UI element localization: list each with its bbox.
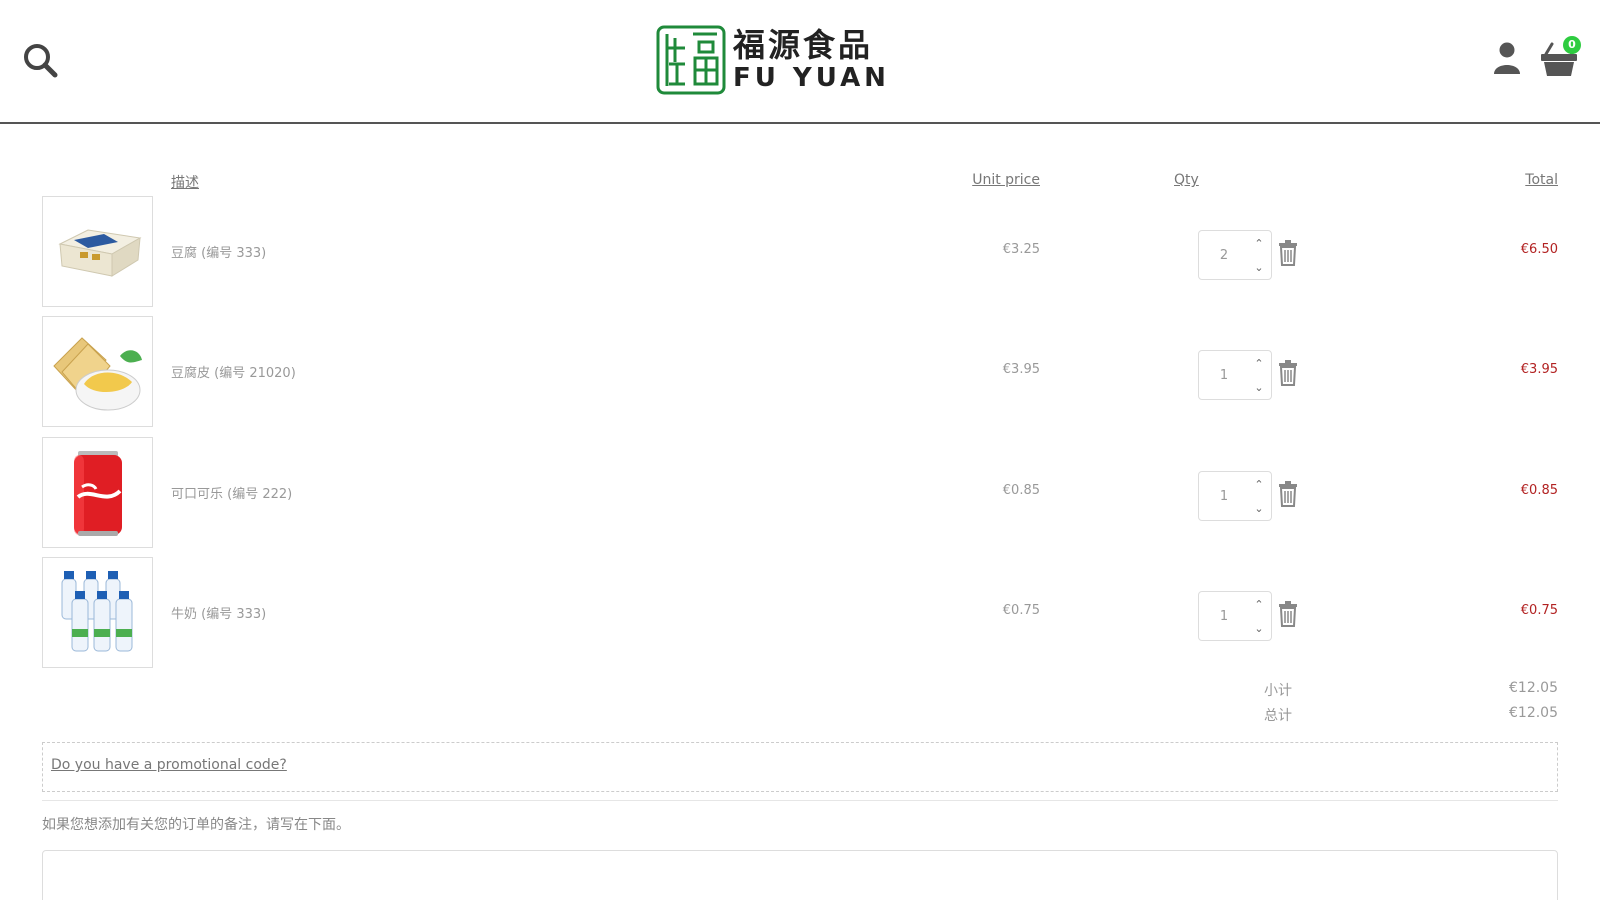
total-value: €12.05 (1509, 705, 1558, 721)
product-name[interactable]: 豆腐 (编号 333) (171, 242, 266, 261)
cola-can-image (73, 450, 122, 536)
subtotal-value: €12.05 (1509, 680, 1558, 696)
line-total: €0.85 (1520, 483, 1558, 498)
cart-row: 豆腐皮 (编号 21020) €3.95 ⌃ ⌄ €3.95 (0, 316, 1600, 428)
order-notes-textarea[interactable] (42, 850, 1558, 900)
chevron-up-icon[interactable]: ⌃ (1250, 593, 1268, 615)
divider (42, 800, 1558, 801)
column-header-description[interactable]: 描述 (171, 172, 199, 192)
quantity-stepper[interactable]: ⌃ ⌄ (1198, 471, 1272, 521)
tofu-skin-image (52, 336, 142, 410)
total-label: 总计 (1264, 708, 1292, 724)
promo-code-link[interactable]: Do you have a promotional code? (51, 757, 287, 773)
site-header: 福源食品 FU YUAN 0 (0, 0, 1600, 124)
logo-seal-icon (656, 25, 726, 95)
unit-price: €3.25 (1002, 242, 1040, 257)
chevron-down-icon[interactable]: ⌄ (1250, 256, 1268, 278)
order-notes-label: 如果您想添加有关您的订单的备注，请写在下面。 (42, 817, 350, 833)
quantity-stepper[interactable]: ⌃ ⌄ (1198, 230, 1272, 280)
product-thumbnail[interactable] (42, 557, 153, 668)
logo-text: 福源食品 FU YUAN (733, 27, 890, 93)
chevron-down-icon[interactable]: ⌄ (1250, 497, 1268, 519)
cart-count-badge: 0 (1563, 36, 1581, 54)
chevron-up-icon[interactable]: ⌃ (1250, 352, 1268, 374)
column-header-unit-price[interactable]: Unit price (972, 172, 1040, 188)
milk-bottles-image (61, 570, 132, 651)
product-name[interactable]: 牛奶 (编号 333) (171, 603, 266, 622)
logo-english-name: FU YUAN (733, 63, 890, 93)
chevron-down-icon[interactable]: ⌄ (1250, 617, 1268, 639)
product-thumbnail[interactable] (42, 316, 153, 427)
chevron-up-icon[interactable]: ⌃ (1250, 232, 1268, 254)
quantity-stepper[interactable]: ⌃ ⌄ (1198, 591, 1272, 641)
unit-price: €3.95 (1002, 362, 1040, 377)
search-icon[interactable] (20, 40, 60, 80)
cart-row: 可口可乐 (编号 222) €0.85 ⌃ ⌄ €0.85 (0, 437, 1600, 549)
quantity-stepper[interactable]: ⌃ ⌄ (1198, 350, 1272, 400)
trash-icon[interactable] (1278, 481, 1298, 507)
line-total: €3.95 (1520, 362, 1558, 377)
line-total: €0.75 (1520, 603, 1558, 618)
tofu-box-image (57, 228, 141, 277)
chevron-down-icon[interactable]: ⌄ (1250, 376, 1268, 398)
trash-icon[interactable] (1278, 240, 1298, 266)
site-logo[interactable]: 福源食品 FU YUAN (655, 22, 890, 98)
trash-icon[interactable] (1278, 601, 1298, 627)
product-thumbnail[interactable] (42, 437, 153, 548)
unit-price: €0.75 (1002, 603, 1040, 618)
chevron-up-icon[interactable]: ⌃ (1250, 473, 1268, 495)
trash-icon[interactable] (1278, 360, 1298, 386)
column-header-total[interactable]: Total (1525, 172, 1558, 188)
cart-row: 牛奶 (编号 333) €0.75 ⌃ ⌄ €0.75 (0, 557, 1600, 669)
promo-code-box: Do you have a promotional code? (42, 742, 1558, 792)
subtotal-label: 小计 (1264, 683, 1292, 699)
product-name[interactable]: 豆腐皮 (编号 21020) (171, 362, 296, 381)
product-name[interactable]: 可口可乐 (编号 222) (171, 483, 292, 502)
line-total: €6.50 (1520, 242, 1558, 257)
unit-price: €0.85 (1002, 483, 1040, 498)
product-thumbnail[interactable] (42, 196, 153, 307)
column-header-qty[interactable]: Qty (1174, 172, 1199, 188)
cart-row: 豆腐 (编号 333) €3.25 ⌃ ⌄ €6.50 (0, 196, 1600, 308)
account-icon[interactable] (1492, 40, 1522, 76)
logo-chinese-name: 福源食品 (733, 26, 874, 64)
